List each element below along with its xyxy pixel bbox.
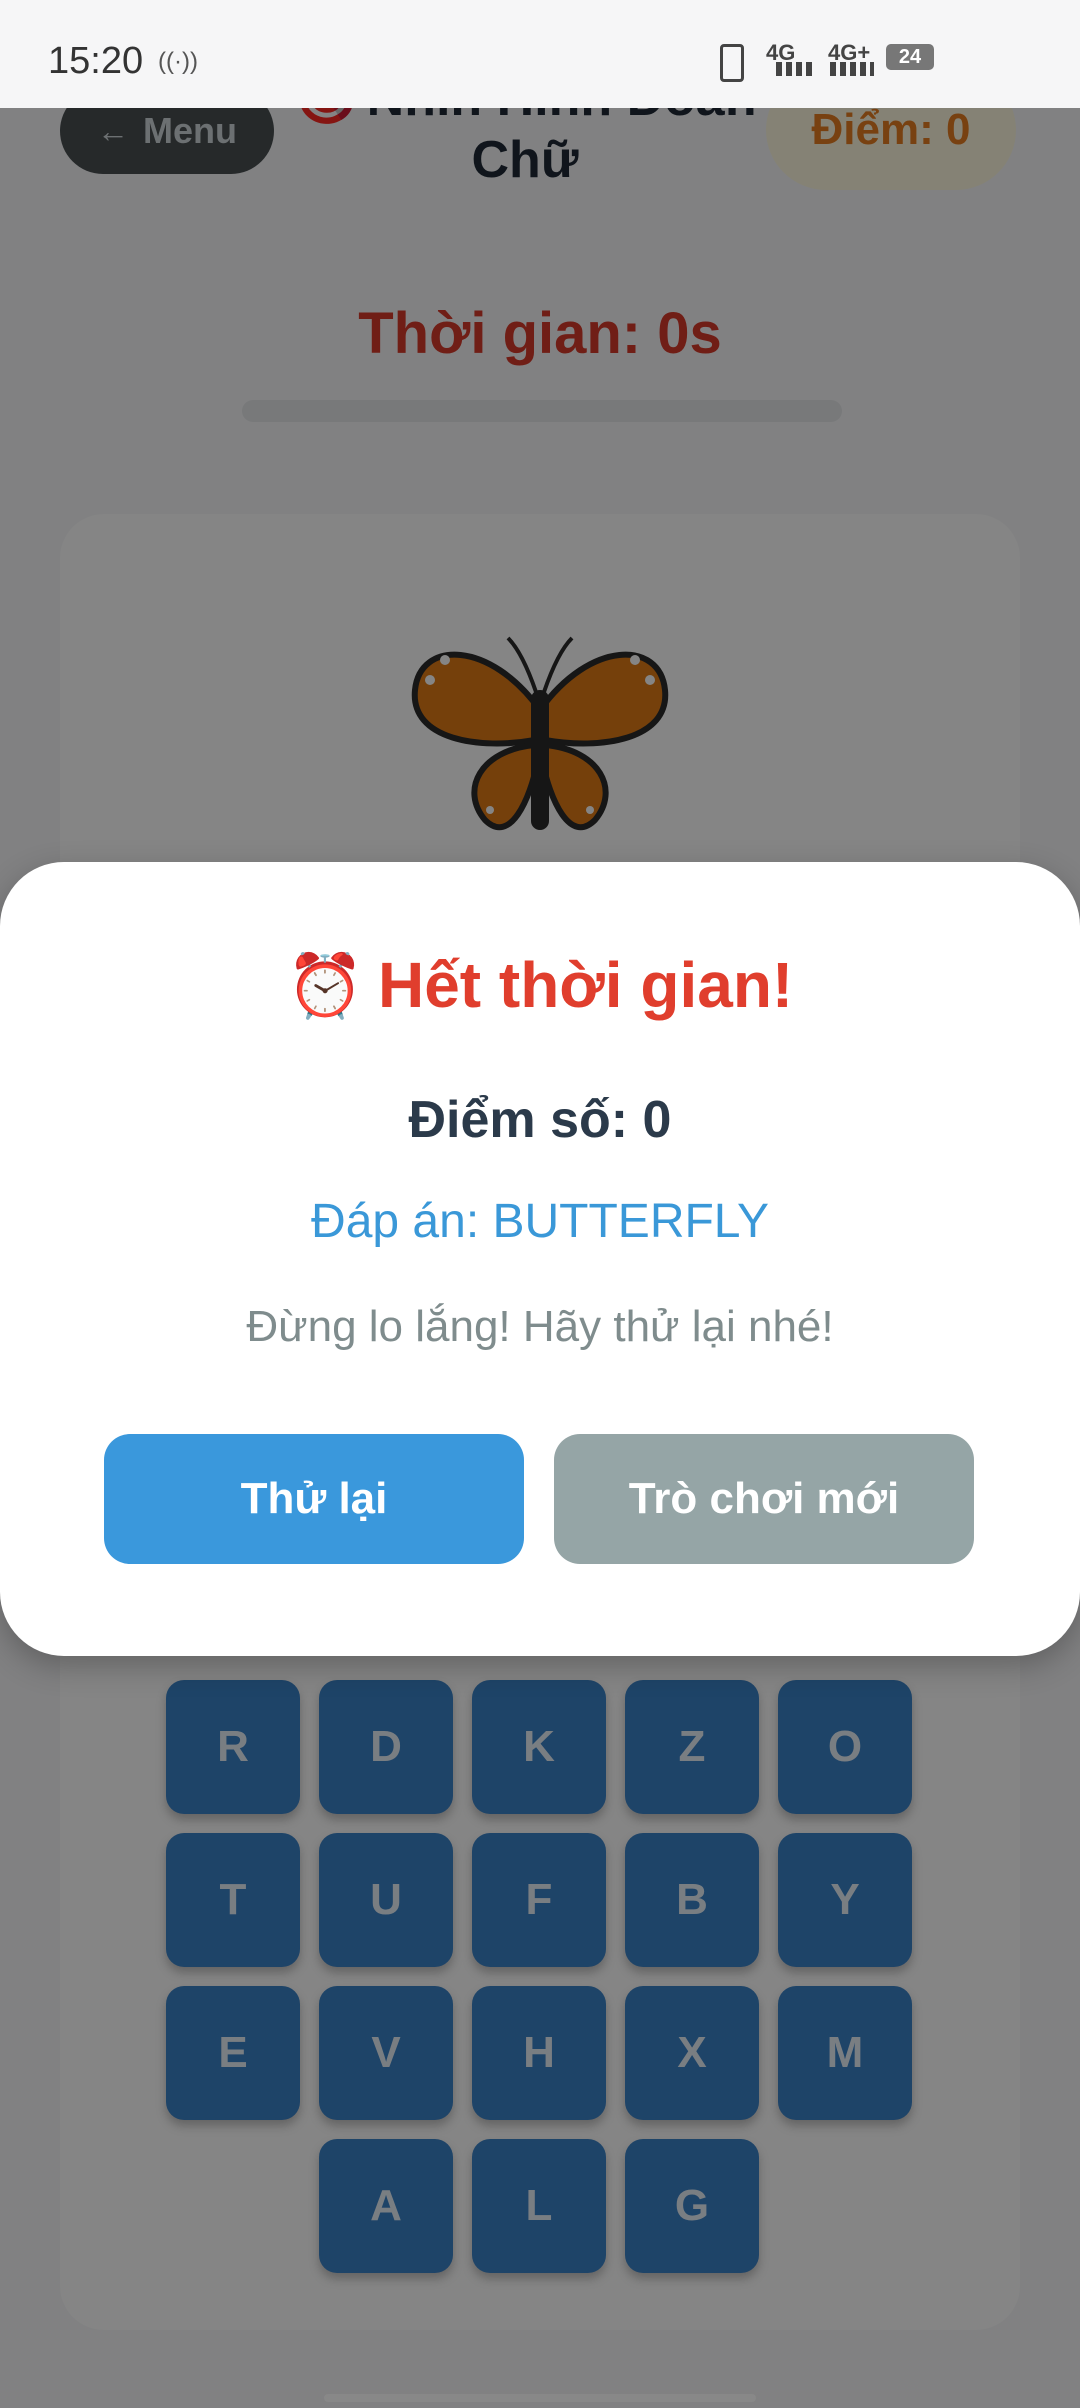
status-icons: 4G 4G+ 24	[700, 38, 950, 88]
battery-icon: 24	[886, 44, 934, 70]
time-up-dialog: ⏰ Hết thời gian! Điểm số: 0 Đáp án: BUTTE…	[0, 862, 1080, 1656]
correct-answer: Đáp án: BUTTERFLY	[311, 1195, 769, 1248]
battery-level: 24	[898, 46, 922, 68]
vibrate-icon	[720, 44, 744, 82]
new-game-button[interactable]: Trò chơi mới	[554, 1434, 974, 1564]
home-indicator[interactable]	[324, 2394, 756, 2402]
final-score: Điểm số: 0	[408, 1091, 672, 1149]
status-bar: 15:20 ((·)) 4G 4G+ 24	[0, 0, 1080, 108]
encouragement-message: Đừng lo lắng! Hãy thử lại nhé!	[246, 1302, 834, 1351]
status-time: 15:20	[48, 40, 144, 82]
signal-icon	[830, 62, 874, 76]
alarm-clock-icon: ⏰	[286, 952, 364, 1021]
retry-button[interactable]: Thử lại	[104, 1434, 524, 1564]
dialog-title-text: Hết thời gian!	[377, 949, 794, 1021]
dialog-title: ⏰ Hết thời gian!	[0, 948, 1080, 1023]
signal-icon	[776, 62, 816, 76]
hotspot-icon: ((·))	[158, 48, 198, 75]
